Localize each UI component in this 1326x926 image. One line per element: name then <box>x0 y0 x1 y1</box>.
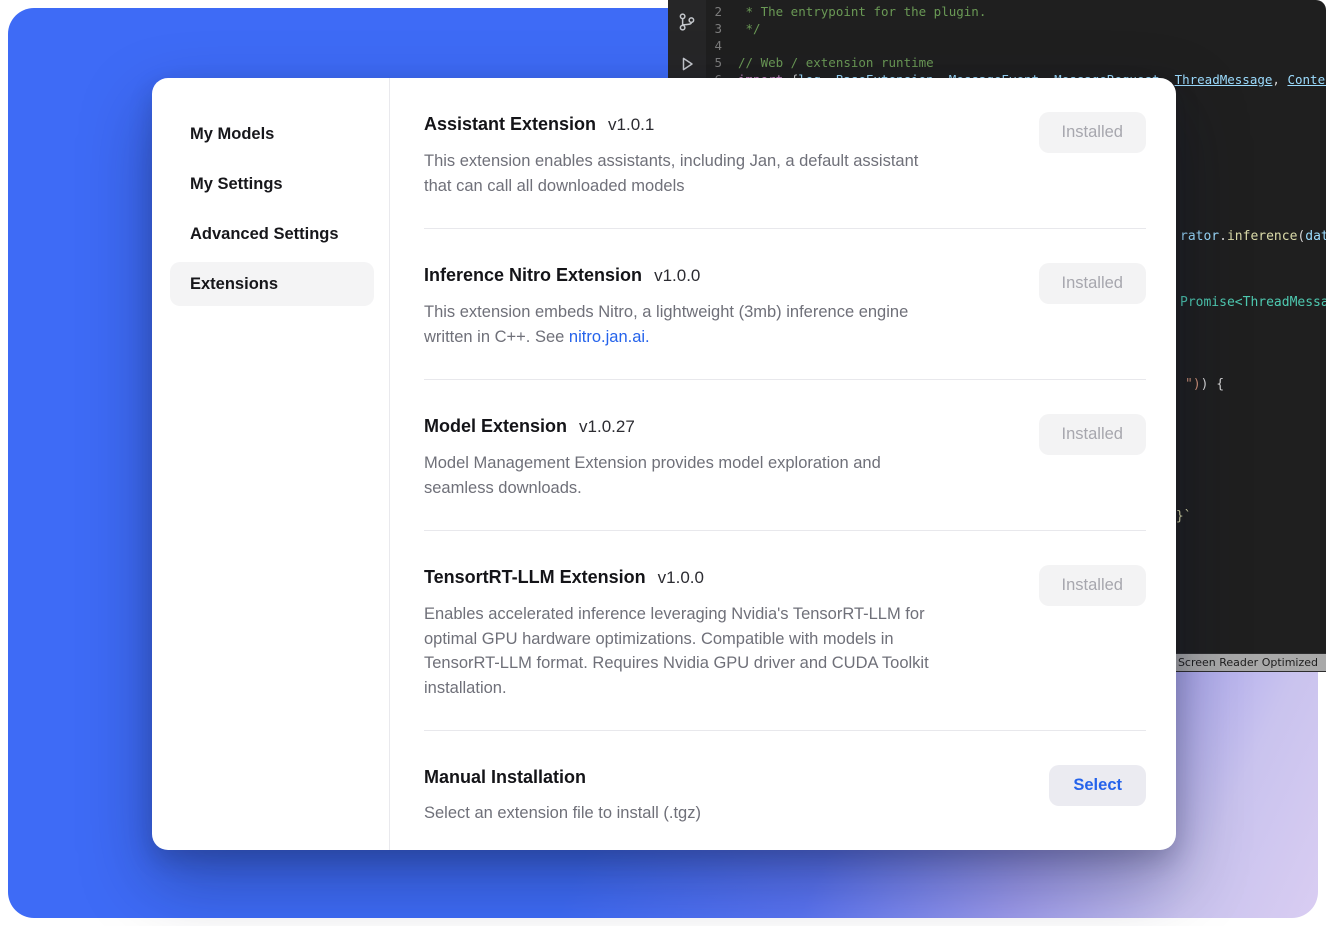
extension-version: v1.0.0 <box>658 568 704 587</box>
manual-installation-row: Manual Installation Select an extension … <box>424 731 1146 850</box>
screen-reader-badge[interactable]: Screen Reader Optimized <box>1170 654 1326 671</box>
installed-button[interactable]: Installed <box>1039 112 1146 153</box>
extension-row-nitro: Inference Nitro Extension v1.0.0 This ext… <box>424 229 1146 380</box>
extension-title: TensortRT-LLM Extension v1.0.0 <box>424 565 929 590</box>
code-fragment: rator.inference(data)); <box>1180 228 1326 245</box>
line-number: 3 <box>706 20 738 37</box>
settings-sidebar: My Models My Settings Advanced Settings … <box>152 78 390 850</box>
sidebar-item-my-models[interactable]: My Models <box>170 112 374 156</box>
extensions-list: Assistant Extension v1.0.1 This extension… <box>390 78 1176 850</box>
code-line: 2 * The entrypoint for the plugin. <box>706 3 1326 20</box>
code-fragment: ")) { <box>1185 376 1224 393</box>
extension-title: Assistant Extension v1.0.1 <box>424 112 918 137</box>
extension-version: v1.0.27 <box>579 417 635 436</box>
manual-installation-title: Manual Installation <box>424 765 701 789</box>
source-control-icon[interactable] <box>677 12 697 32</box>
screenshot-stage: 2 * The entrypoint for the plugin. 3 */ … <box>0 0 1326 926</box>
sidebar-item-advanced-settings[interactable]: Advanced Settings <box>170 212 374 256</box>
extension-description: This extension enables assistants, inclu… <box>424 149 918 198</box>
manual-installation-description: Select an extension file to install (.tg… <box>424 801 701 826</box>
code-line: 5 // Web / extension runtime <box>706 54 1326 71</box>
extension-description: Model Management Extension provides mode… <box>424 451 881 500</box>
extension-description: Enables accelerated inference leveraging… <box>424 602 929 700</box>
extension-name: TensortRT-LLM Extension <box>424 567 646 587</box>
extension-name: Model Extension <box>424 416 567 436</box>
extension-title: Inference Nitro Extension v1.0.0 <box>424 263 908 288</box>
extension-name: Inference Nitro Extension <box>424 265 642 285</box>
code-text: // Web / extension runtime <box>738 54 934 71</box>
run-icon[interactable] <box>677 54 697 74</box>
code-line: 3 */ <box>706 20 1326 37</box>
line-number: 2 <box>706 3 738 20</box>
installed-button[interactable]: Installed <box>1039 263 1146 304</box>
extension-title: Model Extension v1.0.27 <box>424 414 881 439</box>
installed-button[interactable]: Installed <box>1039 414 1146 455</box>
extension-version: v1.0.1 <box>608 115 654 134</box>
code-lines: 2 * The entrypoint for the plugin. 3 */ … <box>706 3 1326 88</box>
extension-row-model: Model Extension v1.0.27 Model Management … <box>424 380 1146 531</box>
extension-name: Assistant Extension <box>424 114 596 134</box>
extension-row-tensorrt: TensortRT-LLM Extension v1.0.0 Enables ac… <box>424 531 1146 731</box>
nitro-jan-ai-link[interactable]: nitro.jan.ai. <box>569 328 650 346</box>
code-fragment: Promise<ThreadMessage> <box>1180 294 1326 311</box>
sidebar-item-extensions[interactable]: Extensions <box>170 262 374 306</box>
jan-settings-card: My Models My Settings Advanced Settings … <box>152 78 1176 850</box>
line-number: 4 <box>706 37 738 54</box>
select-file-button[interactable]: Select <box>1049 765 1146 806</box>
code-line: 4 <box>706 37 1326 54</box>
extension-version: v1.0.0 <box>654 266 700 285</box>
installed-button[interactable]: Installed <box>1039 565 1146 606</box>
line-number: 5 <box>706 54 738 71</box>
code-text: */ <box>738 20 761 37</box>
extension-description: This extension embeds Nitro, a lightweig… <box>424 300 908 349</box>
sidebar-item-my-settings[interactable]: My Settings <box>170 162 374 206</box>
extension-row-assistant: Assistant Extension v1.0.1 This extension… <box>424 78 1146 229</box>
code-text: * The entrypoint for the plugin. <box>738 3 986 20</box>
